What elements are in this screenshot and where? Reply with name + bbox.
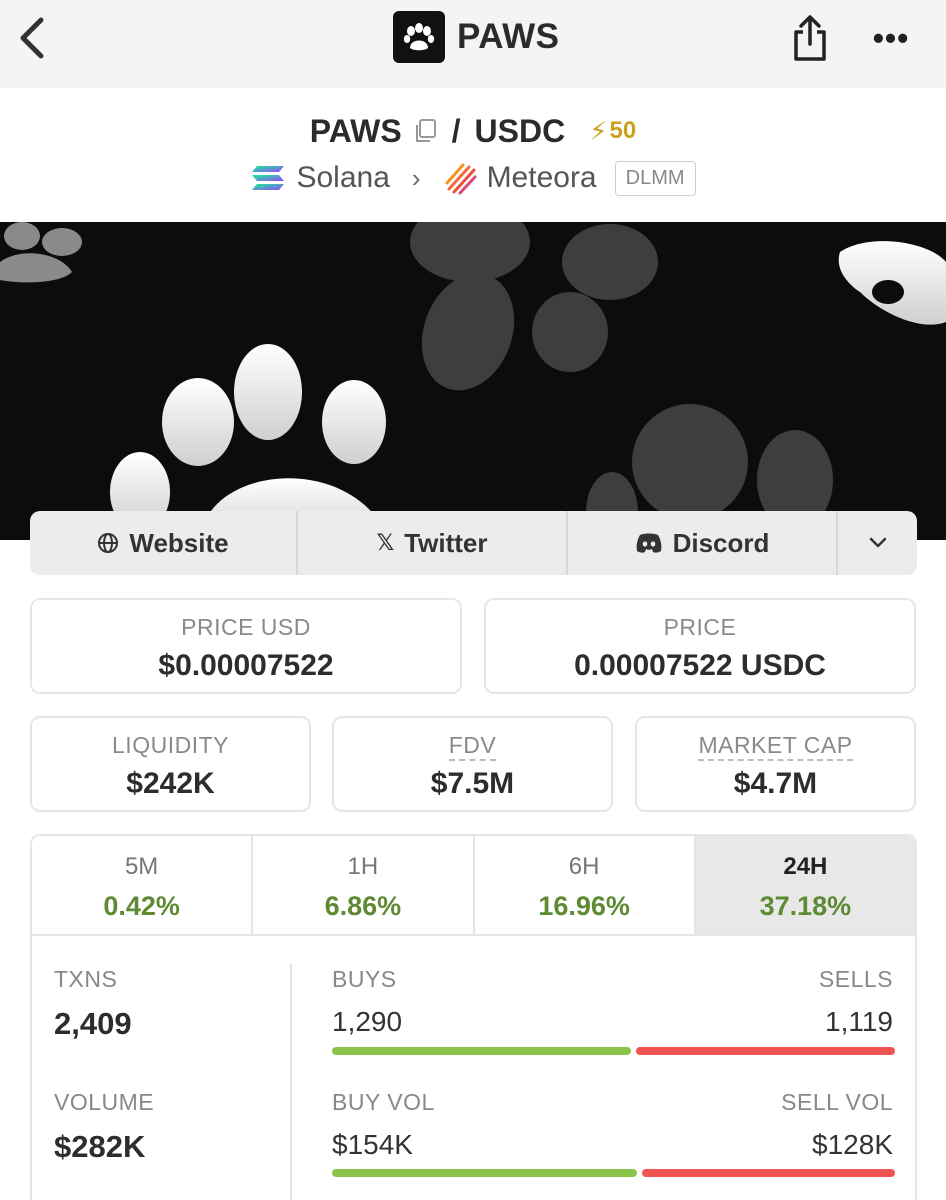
sell-vol-value: $128K	[812, 1129, 893, 1160]
quote-symbol: USDC	[474, 112, 566, 149]
more-options-button[interactable]: •••	[866, 18, 916, 58]
buys-label: BUYS	[332, 966, 397, 992]
tab-24h[interactable]: 24H 37.18%	[695, 836, 915, 934]
price-usd-label: PRICE USD	[181, 614, 311, 640]
buy-vol-label: BUY VOL	[332, 1089, 435, 1115]
boost-badge[interactable]: ⚡ 50	[589, 116, 636, 147]
price-native-value: 0.00007522 USDC	[574, 649, 826, 682]
sell-vol-bar	[642, 1169, 895, 1177]
stats-panel: 5M 0.42% 1H 6.86% 6H 16.96% 24H 37.18% T…	[30, 834, 917, 1200]
discord-label: Discord	[672, 527, 770, 558]
discord-button[interactable]: Discord	[568, 511, 838, 575]
chevron-right-icon: ›	[411, 162, 421, 193]
more-links-button[interactable]	[838, 511, 917, 575]
x-icon: 𝕏	[376, 530, 395, 555]
share-icon	[794, 15, 826, 61]
top-nav-bar: PAWS •••	[0, 0, 946, 88]
fdv-label[interactable]: FDV	[448, 732, 497, 761]
discord-icon	[636, 533, 661, 553]
sell-vol-label: SELL VOL	[781, 1089, 893, 1115]
buys-value: 1,290	[332, 1006, 403, 1037]
tab-label: 6H	[568, 853, 600, 880]
base-symbol: PAWS	[309, 112, 402, 149]
boost-count: 50	[609, 117, 637, 144]
volume-value: $282K	[54, 1129, 146, 1164]
chain-name[interactable]: Solana	[296, 161, 389, 195]
token-brand: PAWS	[393, 11, 559, 63]
website-label: Website	[129, 527, 229, 558]
tab-5m[interactable]: 5M 0.42%	[32, 836, 254, 934]
ellipsis-icon: •••	[872, 19, 910, 56]
tab-change: 16.96%	[538, 891, 630, 921]
volume-label: VOLUME	[54, 1089, 155, 1115]
price-usd-value: $0.00007522	[158, 649, 334, 682]
liquidity-card: LIQUIDITY $242K	[30, 716, 311, 812]
sells-bar	[636, 1047, 895, 1055]
copy-address-icon[interactable]	[412, 117, 438, 145]
sells-value: 1,119	[825, 1006, 893, 1037]
buy-vol-value: $154K	[332, 1129, 413, 1160]
fdv-value: $7.5M	[430, 767, 515, 800]
twitter-label: Twitter	[404, 527, 488, 558]
chevron-left-icon	[20, 17, 44, 59]
tab-label: 24H	[783, 853, 828, 880]
fdv-card[interactable]: FDV $7.5M	[332, 716, 613, 812]
tab-change: 6.86%	[324, 891, 402, 921]
chain-dex-row: Solana › Meteora DLMM	[0, 158, 946, 198]
pair-header: PAWS / USDC ⚡ 50	[0, 110, 946, 152]
buy-vol-bar	[332, 1169, 637, 1177]
price-native-label: PRICE	[663, 614, 737, 640]
price-usd-card: PRICE USD $0.00007522	[30, 598, 462, 694]
twitter-button[interactable]: 𝕏 Twitter	[298, 511, 568, 575]
nav-title: PAWS	[457, 17, 560, 56]
buys-bar	[332, 1047, 631, 1055]
liquidity-label: LIQUIDITY	[112, 732, 229, 758]
back-button[interactable]	[10, 14, 54, 62]
sells-label: SELLS	[818, 966, 893, 992]
price-native-card: PRICE 0.00007522 USDC	[484, 598, 916, 694]
liquidity-value: $242K	[126, 767, 215, 800]
dex-name[interactable]: Meteora	[487, 161, 597, 195]
tab-label: 1H	[347, 853, 379, 880]
market-cap-card[interactable]: MARKET CAP $4.7M	[635, 716, 916, 812]
txns-label: TXNS	[54, 966, 118, 992]
meteora-icon	[445, 163, 477, 195]
txns-value: 2,409	[54, 1006, 132, 1041]
solana-icon	[252, 166, 285, 190]
paws-logo-icon	[393, 11, 445, 63]
token-banner-image	[0, 222, 946, 540]
dex-type-badge: DLMM	[614, 160, 696, 196]
social-links-bar: Website 𝕏 Twitter Discord	[30, 511, 917, 575]
lightning-icon: ⚡	[589, 115, 608, 146]
website-button[interactable]: Website	[30, 511, 298, 575]
chevron-down-icon	[869, 537, 886, 548]
tab-change: 0.42%	[103, 891, 180, 921]
section-divider	[290, 964, 292, 1200]
globe-icon	[98, 533, 119, 553]
transactions-section: TXNS 2,409 BUYS 1,290 SELLS 1,119 VOLUME…	[32, 936, 915, 1200]
pair-separator: /	[451, 112, 461, 149]
market-cap-label[interactable]: MARKET CAP	[698, 732, 853, 761]
tab-label: 5M	[124, 853, 159, 880]
tab-change: 37.18%	[759, 891, 852, 921]
tab-6h[interactable]: 6H 16.96%	[475, 836, 696, 934]
tab-1h[interactable]: 1H 6.86%	[253, 836, 475, 934]
market-cap-value: $4.7M	[733, 767, 818, 800]
share-button[interactable]	[788, 12, 832, 64]
timeframe-tabs: 5M 0.42% 1H 6.86% 6H 16.96% 24H 37.18%	[32, 836, 915, 936]
